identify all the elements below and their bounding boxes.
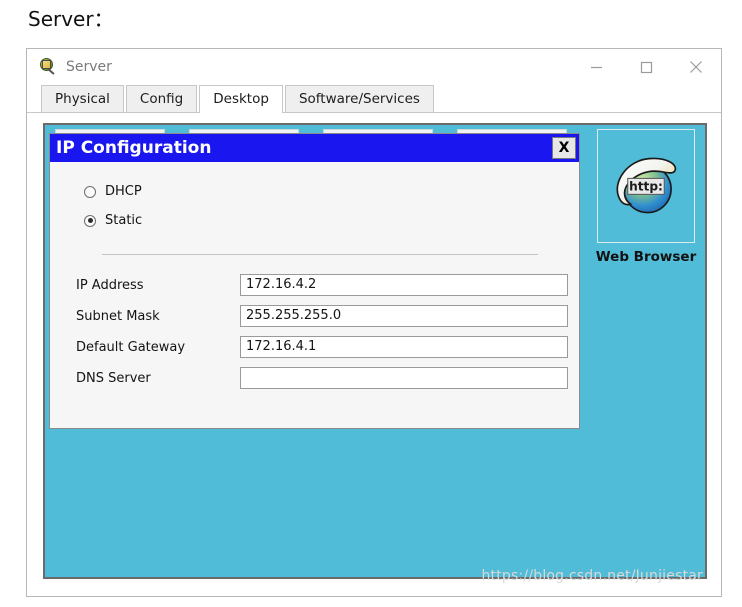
ip-configuration-titlebar: IP Configuration X <box>50 134 579 162</box>
radio-dhcp-icon[interactable] <box>84 185 96 198</box>
field-row-ip-address: IP Address 172.16.4.2 <box>76 274 568 296</box>
watermark: https://blog.csdn.net/Junjiestar <box>481 568 703 584</box>
tab-desktop[interactable]: Desktop <box>199 85 283 113</box>
ip-address-label: IP Address <box>76 277 144 293</box>
web-browser-icon-frame: http: <box>597 129 695 243</box>
ip-configuration-title: IP Configuration <box>56 138 212 158</box>
window-titlebar: Server <box>27 49 721 85</box>
web-browser-label: Web Browser <box>595 249 697 265</box>
radio-dhcp-label: DHCP <box>105 184 142 199</box>
subnet-mask-label: Subnet Mask <box>76 308 160 324</box>
ip-configuration-dialog: IP Configuration X DHCP Static IP Addres… <box>49 133 580 429</box>
minimize-icon[interactable] <box>571 49 621 85</box>
device-tabs: Physical Config Desktop Software/Service… <box>27 85 721 113</box>
radio-option-dhcp[interactable]: DHCP <box>84 184 142 199</box>
radio-static-label: Static <box>105 213 143 228</box>
tab-physical[interactable]: Physical <box>41 85 124 112</box>
ip-configuration-close-button[interactable]: X <box>552 137 576 159</box>
dns-server-label: DNS Server <box>76 370 151 386</box>
radio-static-icon[interactable] <box>84 214 96 227</box>
desktop-panel-frame: http: Web Browser IP Configuration X DHC… <box>43 123 707 579</box>
packet-tracer-server-icon <box>39 58 57 76</box>
ip-address-input[interactable]: 172.16.4.2 <box>240 274 568 296</box>
tab-software-services[interactable]: Software/Services <box>284 85 434 112</box>
close-icon[interactable] <box>671 49 721 85</box>
desktop-item-web-browser[interactable]: http: Web Browser <box>592 129 700 265</box>
field-row-dns-server: DNS Server <box>76 367 568 389</box>
field-row-default-gateway: Default Gateway 172.16.4.1 <box>76 336 568 358</box>
section-divider <box>102 254 538 255</box>
web-browser-icon-text: http: <box>629 180 663 194</box>
desktop-surface: http: Web Browser IP Configuration X DHC… <box>43 123 707 579</box>
window-controls <box>571 49 721 85</box>
dns-server-input[interactable] <box>240 367 568 389</box>
tab-config[interactable]: Config <box>125 85 198 112</box>
field-row-subnet-mask: Subnet Mask 255.255.255.0 <box>76 305 568 327</box>
window-title: Server <box>66 59 112 75</box>
server-device-window: Server Physical Config Desktop Software/… <box>26 48 722 597</box>
radio-option-static[interactable]: Static <box>84 213 142 228</box>
maximize-icon[interactable] <box>621 49 671 85</box>
page-title: Server： <box>28 7 114 31</box>
default-gateway-input[interactable]: 172.16.4.1 <box>240 336 568 358</box>
default-gateway-label: Default Gateway <box>76 339 186 355</box>
ip-configuration-body: DHCP Static IP Address 172.16.4.2 Subnet… <box>50 162 579 428</box>
web-browser-globe-icon: http: <box>616 157 677 214</box>
subnet-mask-input[interactable]: 255.255.255.0 <box>240 305 568 327</box>
